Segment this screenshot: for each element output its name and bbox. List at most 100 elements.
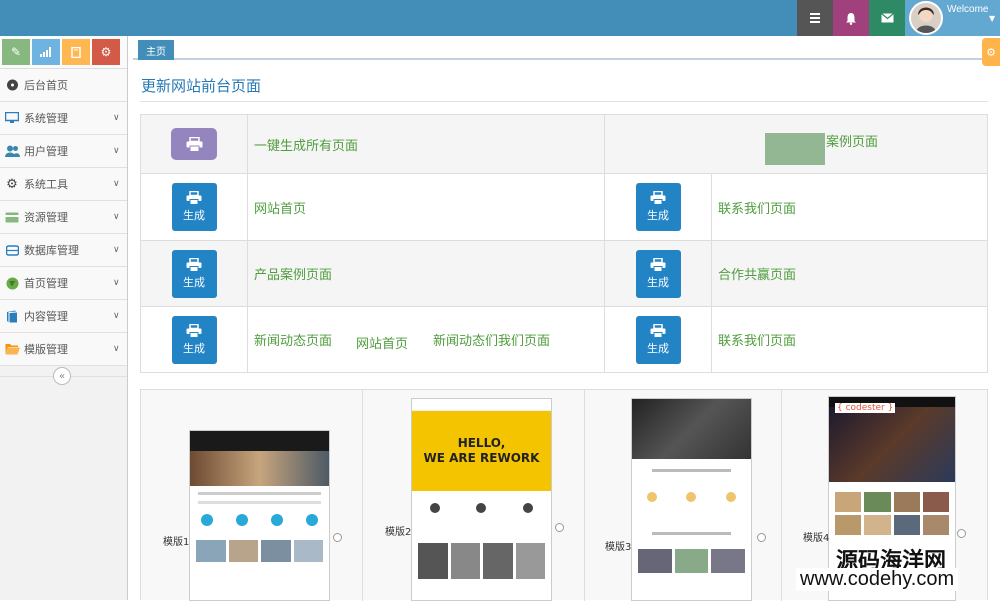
generate-button[interactable]: 生成 <box>635 183 681 231</box>
users-icon <box>0 145 24 157</box>
signal-icon <box>40 47 51 57</box>
printer-icon <box>650 323 666 338</box>
tasks-icon <box>810 13 820 23</box>
sidebar-item-system[interactable]: 系统管理 ∨ <box>0 102 127 135</box>
generate-button-label: 生成 <box>647 275 669 289</box>
table-row: 生成 网站首页 生成 联系我们页面 <box>140 173 988 241</box>
sidebar-item-database[interactable]: 数据库管理 ∨ <box>0 234 127 267</box>
page-link[interactable]: 联系我们页面 <box>718 202 796 217</box>
generate-button-label: 生成 <box>183 341 205 355</box>
sidebar-item-label: 用户管理 <box>24 145 68 158</box>
sidebar-item-label: 首页管理 <box>24 277 68 290</box>
template-thumbnail[interactable] <box>631 398 752 601</box>
template-hero-text: HELLO, WE ARE REWORK <box>423 436 540 465</box>
table-cell: 生成 <box>140 306 248 373</box>
sidebar-collapse-button[interactable]: « <box>53 367 71 385</box>
credit-card-icon <box>0 212 24 223</box>
settings-toggle-button[interactable]: ⚙ <box>982 38 1000 66</box>
desktop-icon <box>0 112 24 124</box>
table-cell: 网站首页 <box>247 173 605 241</box>
template-label: 模版1 <box>163 537 190 548</box>
popup-thumbnail <box>765 133 825 165</box>
table-cell: 生成 <box>604 240 712 307</box>
template-card: HELLO, WE ARE REWORK 模版2 <box>363 390 585 601</box>
ghost-link-text: 新闻动态们我们页面 <box>433 334 551 349</box>
avatar <box>909 1 943 35</box>
page-link[interactable]: 网站首页 <box>254 202 306 217</box>
shortcut-cogs-button[interactable]: ⚙ <box>92 39 120 65</box>
tab-home[interactable]: 主页 <box>138 40 174 60</box>
table-cell: 生成 <box>604 306 712 373</box>
table-row: 一键生成所有页面 案例页面 <box>140 114 988 174</box>
double-chevron-left-icon: « <box>58 370 66 382</box>
chevron-down-icon: ∨ <box>113 278 120 288</box>
book-icon <box>0 310 24 323</box>
template-hero-text: { codester } <box>835 403 896 413</box>
template-card: 模版1 <box>141 390 363 601</box>
template-label: 模版2 <box>385 527 412 538</box>
generate-button-label: 生成 <box>647 341 669 355</box>
tasks-button[interactable] <box>797 0 833 36</box>
sidebar-item-resources[interactable]: 资源管理 ∨ <box>0 201 127 234</box>
chevron-down-icon: ∨ <box>113 344 120 354</box>
table-cell: 生成 <box>604 173 712 241</box>
chevron-down-icon: ∨ <box>113 212 120 222</box>
template-radio[interactable] <box>757 533 766 542</box>
page-title: 更新网站前台页面 <box>141 77 262 95</box>
user-menu[interactable]: Welcome ▼ <box>905 0 1000 36</box>
page-link[interactable]: 新闻动态页面 <box>254 334 332 349</box>
sidebar-item-users[interactable]: 用户管理 ∨ <box>0 135 127 168</box>
table-cell: 生成 <box>140 173 248 241</box>
caret-down-icon: ▼ <box>989 14 996 23</box>
sidebar-item-label: 内容管理 <box>24 310 68 323</box>
printer-icon <box>186 257 202 272</box>
sidebar: ✎ ⚙ 后台首页 系统管理 ∨ 用户管理 ∨ ⚙ 系统工具 ∨ 资源管理 ∨ 数… <box>0 36 128 600</box>
table-cell: 产品案例页面 <box>247 240 605 307</box>
sidebar-item-label: 数据库管理 <box>24 244 79 257</box>
page-link[interactable]: 联系我们页面 <box>718 334 796 349</box>
template-thumbnail[interactable] <box>189 430 330 601</box>
sidebar-item-label: 后台首页 <box>24 79 68 92</box>
page-link[interactable]: 合作共赢页面 <box>718 268 796 283</box>
case-page-link[interactable]: 案例页面 <box>826 131 878 150</box>
printer-icon <box>650 257 666 272</box>
notifications-button[interactable] <box>833 0 869 36</box>
template-thumbnail[interactable]: HELLO, WE ARE REWORK <box>411 398 552 601</box>
sidebar-item-dashboard[interactable]: 后台首页 <box>0 69 127 102</box>
printer-icon <box>186 323 202 338</box>
messages-button[interactable] <box>869 0 905 36</box>
sidebar-item-label: 模版管理 <box>24 343 68 356</box>
watermark-url: www.codehy.com <box>796 568 959 591</box>
table-cell: 联系我们页面 <box>711 173 988 241</box>
generate-pages-table: 一键生成所有页面 案例页面 生成 网站首页 生成 联系我们页面 生成 产品案例页… <box>140 114 988 373</box>
chevron-down-icon: ∨ <box>113 245 120 255</box>
generate-button[interactable]: 生成 <box>635 315 681 364</box>
shortcut-pencil-button[interactable]: ✎ <box>2 39 30 65</box>
template-radio[interactable] <box>957 529 966 538</box>
cogs-icon: ⚙ <box>100 45 112 59</box>
template-radio[interactable] <box>333 533 342 542</box>
chevron-down-icon: ∨ <box>113 146 120 156</box>
template-radio[interactable] <box>555 523 564 532</box>
generate-all-button[interactable] <box>171 128 217 160</box>
generate-button[interactable]: 生成 <box>635 249 681 298</box>
table-cell: 新闻动态页面 网站首页 新闻动态们我们页面 <box>247 306 605 373</box>
sidebar-item-templates[interactable]: 模版管理 ∨ <box>0 333 127 366</box>
generate-button[interactable]: 生成 <box>171 315 217 364</box>
generate-button[interactable]: 生成 <box>171 183 217 231</box>
generate-all-link[interactable]: 一键生成所有页面 <box>254 139 358 154</box>
table-row: 生成 新闻动态页面 网站首页 新闻动态们我们页面 生成 联系我们页面 <box>140 306 988 373</box>
folder-open-icon <box>0 343 24 355</box>
generate-button[interactable]: 生成 <box>171 249 217 298</box>
ghost-link-text: 网站首页 <box>356 337 409 352</box>
sidebar-item-tools[interactable]: ⚙ 系统工具 ∨ <box>0 168 127 201</box>
gear-icon: ⚙ <box>6 176 18 192</box>
template-label: 模版4 <box>803 533 830 544</box>
sidebar-item-content[interactable]: 内容管理 ∨ <box>0 300 127 333</box>
generate-button-label: 生成 <box>183 275 205 289</box>
sidebar-item-homepage[interactable]: 首页管理 ∨ <box>0 267 127 300</box>
page-link[interactable]: 产品案例页面 <box>254 268 332 283</box>
shortcut-book-button[interactable] <box>62 39 90 65</box>
printer-icon <box>650 191 666 205</box>
shortcut-signal-button[interactable] <box>32 39 60 65</box>
